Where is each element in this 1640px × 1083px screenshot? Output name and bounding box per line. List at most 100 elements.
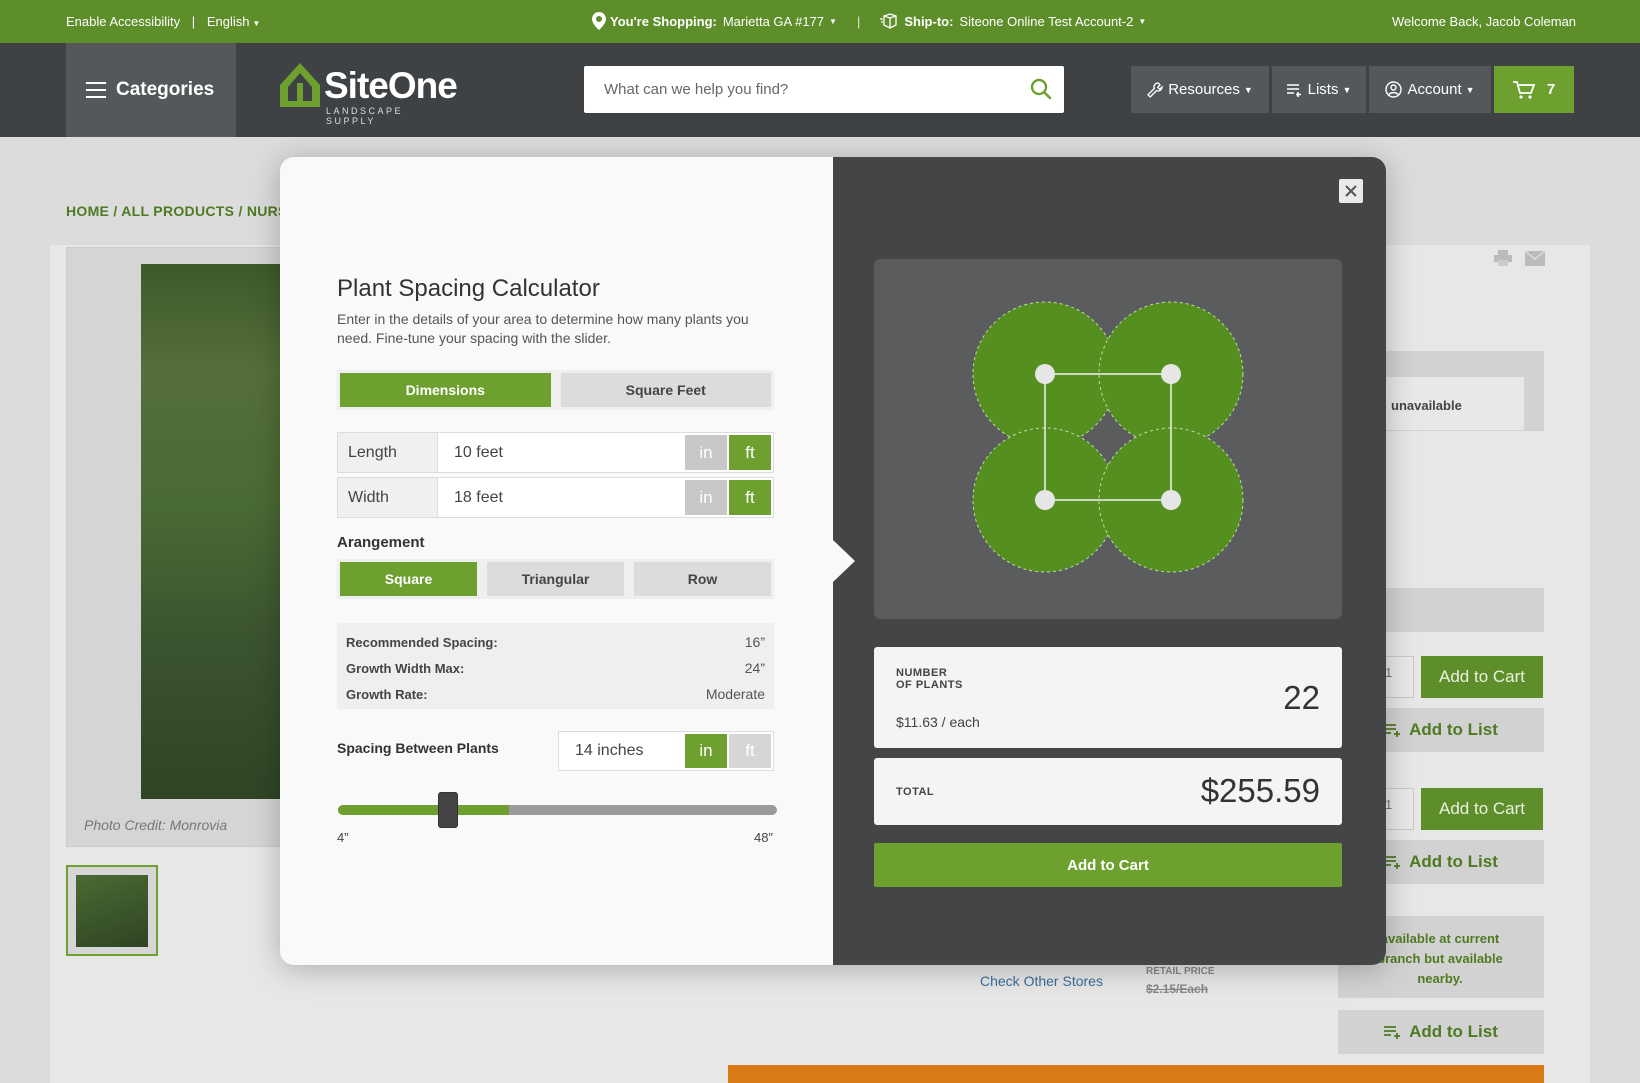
spacing-visualization <box>874 259 1342 619</box>
price-each: $11.63 / each <box>896 714 980 730</box>
product-thumbnail[interactable] <box>66 865 158 956</box>
add-to-cart-button[interactable]: Add to Cart <box>1421 656 1543 698</box>
close-button[interactable] <box>1339 179 1363 203</box>
spec-key: Growth Rate: <box>346 686 428 702</box>
chevron-down-icon: ▼ <box>1138 16 1147 26</box>
list-icon <box>1286 83 1301 97</box>
language-selector[interactable]: English ▼ <box>207 14 269 29</box>
calculator-add-to-cart-button[interactable]: Add to Cart <box>874 843 1342 887</box>
search-icon[interactable] <box>1030 78 1052 100</box>
account-menu[interactable]: Account ▼ <box>1369 66 1491 113</box>
list-add-icon <box>1384 724 1401 737</box>
calculator-form-panel: Plant Spacing Calculator Enter in the de… <box>280 157 833 965</box>
lists-menu[interactable]: Lists ▼ <box>1272 66 1366 113</box>
list-add-icon <box>1384 856 1401 869</box>
search-input[interactable] <box>584 66 1004 113</box>
plants-caption-line-2: OF PLANTS <box>896 679 963 691</box>
spacing-label: Spacing Between Plants <box>337 740 499 756</box>
categories-button[interactable]: Categories <box>66 43 236 137</box>
print-icon[interactable] <box>1494 250 1512 266</box>
siteone-logo[interactable]: SiteOne LANDSCAPE SUPPLY <box>280 61 458 126</box>
search-bar <box>584 66 1064 113</box>
wrench-icon <box>1147 81 1163 98</box>
length-input[interactable]: 10 feet <box>438 433 685 472</box>
width-row: Width 18 feet in ft <box>337 477 774 518</box>
chevron-down-icon: ▼ <box>1465 84 1475 95</box>
mode-dimensions-button[interactable]: Dimensions <box>340 373 551 407</box>
add-to-list-label: Add to List <box>1409 852 1498 871</box>
separator: | <box>856 13 861 29</box>
stock-unavailable: unavailable <box>1391 398 1462 413</box>
length-unit-in-button[interactable]: in <box>685 435 727 470</box>
promo-banner <box>728 1065 1544 1083</box>
cart-icon <box>1512 80 1535 99</box>
cart-count: 7 <box>1546 81 1556 98</box>
enable-accessibility-link[interactable]: Enable Accessibility <box>66 14 180 29</box>
spec-value: 16” <box>744 634 765 650</box>
plants-count-card: NUMBER OF PLANTS 22 $11.63 / each <box>874 647 1342 748</box>
spec-value: Moderate <box>705 686 765 702</box>
plants-caption: NUMBER OF PLANTS <box>896 667 963 691</box>
slider-min-label: 4” <box>337 830 349 845</box>
store-name: Marietta GA #177 <box>722 13 825 29</box>
shipto-selector[interactable]: Ship-to: Siteone Online Test Account-2 ▼ <box>880 13 1146 29</box>
hamburger-icon <box>86 82 106 98</box>
width-label: Width <box>338 478 438 517</box>
close-icon <box>1345 185 1357 197</box>
width-input[interactable]: 18 feet <box>438 478 685 517</box>
user-icon <box>1385 81 1403 98</box>
resources-menu[interactable]: Resources ▼ <box>1131 66 1269 113</box>
width-unit-in-button[interactable]: in <box>685 480 727 515</box>
site-header: Categories SiteOne LANDSCAPE SUPPLY Reso… <box>0 43 1640 137</box>
shopping-label: You're Shopping: <box>610 13 717 29</box>
arrangement-square-button[interactable]: Square <box>340 562 477 596</box>
calculator-title: Plant Spacing Calculator <box>337 275 600 302</box>
spacing-unit-ft-button[interactable]: ft <box>729 734 771 768</box>
total-card: TOTAL $255.59 <box>874 758 1342 825</box>
add-to-list-button[interactable]: Add to List <box>1338 1010 1544 1054</box>
plant-point <box>1035 364 1055 384</box>
spacing-input[interactable]: 14 inches <box>559 732 685 770</box>
photo-credit: Photo Credit: Monrovia <box>84 817 228 833</box>
product-image <box>141 264 281 799</box>
spacing-unit-in-button[interactable]: in <box>685 734 727 768</box>
welcome-text: Welcome Back, Jacob Coleman <box>1391 14 1576 29</box>
chevron-down-icon: ▼ <box>1243 84 1253 95</box>
length-row: Length 10 feet in ft <box>337 432 774 473</box>
list-add-icon <box>1384 1026 1401 1039</box>
spec-key: Recommended Spacing: <box>346 634 498 650</box>
check-other-stores-link[interactable]: Check Other Stores <box>980 973 1103 989</box>
breadcrumb[interactable]: HOME / ALL PRODUCTS / NURSER <box>66 203 308 219</box>
mode-square-feet-button[interactable]: Square Feet <box>560 373 771 407</box>
length-label: Length <box>338 433 438 472</box>
shipto-label: Ship-to: <box>904 13 954 29</box>
add-to-cart-button[interactable]: Add to Cart <box>1421 788 1543 830</box>
arrangement-heading: Arangement <box>337 534 425 551</box>
length-unit-ft-button[interactable]: ft <box>729 435 771 470</box>
slider-max-label: 48” <box>754 830 773 845</box>
panel-pointer <box>833 540 855 582</box>
slider-handle[interactable] <box>437 792 458 828</box>
chevron-down-icon: ▼ <box>829 16 837 26</box>
chevron-down-icon: ▼ <box>252 19 261 28</box>
shipto-account: Siteone Online Test Account-2 <box>959 13 1134 29</box>
logo-mark-icon <box>280 63 320 107</box>
spec-value: 24” <box>744 660 765 676</box>
spacing-field: 14 inches in ft <box>558 731 774 771</box>
cart-button[interactable]: 7 <box>1494 66 1574 113</box>
retail-price-value: $2.15/Each <box>1146 982 1209 996</box>
arrangement-triangular-button[interactable]: Triangular <box>487 562 624 596</box>
spec-row: Growth Width Max: 24” <box>346 655 765 681</box>
email-icon[interactable] <box>1525 251 1545 266</box>
width-unit-ft-button[interactable]: ft <box>729 480 771 515</box>
total-price: $255.59 <box>1200 772 1320 809</box>
arrangement-row-button[interactable]: Row <box>634 562 771 596</box>
chevron-down-icon: ▼ <box>1342 84 1352 95</box>
utility-bar: Enable Accessibility | English ▼ You're S… <box>0 0 1640 43</box>
logo-wordmark: SiteOne <box>324 65 458 106</box>
store-selector[interactable]: You're Shopping: Marietta GA #177 ▼ <box>592 12 837 30</box>
input-mode-toggle: Dimensions Square Feet <box>337 370 774 410</box>
plants-caption-line-1: NUMBER <box>896 667 948 679</box>
lists-label: Lists <box>1307 81 1339 98</box>
spacing-slider[interactable] <box>338 792 777 828</box>
